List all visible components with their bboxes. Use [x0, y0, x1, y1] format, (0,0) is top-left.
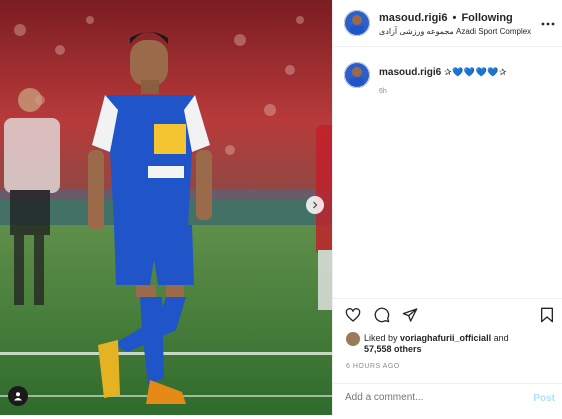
post-timestamp[interactable]: 6 HOURS AGO: [346, 363, 400, 370]
separator-dot: •: [452, 12, 457, 24]
bookmark-icon[interactable]: [539, 307, 555, 323]
likes-and: and: [493, 333, 509, 343]
post-side-panel: masoud.rigi6 • Following مجموعه ورزشی آز…: [332, 0, 562, 415]
author-username[interactable]: masoud.rigi6: [379, 12, 447, 24]
next-photo-button[interactable]: [306, 196, 324, 214]
post-photo[interactable]: [0, 0, 332, 415]
more-options-button[interactable]: [541, 13, 555, 29]
chevron-right-icon: [313, 201, 318, 209]
comment-icon[interactable]: [374, 307, 390, 323]
instagram-post: masoud.rigi6 • Following مجموعه ورزشی آز…: [0, 0, 562, 415]
likes-others-link[interactable]: 57,558 others: [364, 344, 422, 354]
heart-icon[interactable]: [345, 307, 361, 323]
post-comment-button[interactable]: Post: [533, 393, 555, 404]
post-location[interactable]: مجموعه ورزشی آزادی Azadi Sport Complex: [379, 27, 531, 36]
post-header: masoud.rigi6 • Following مجموعه ورزشی آز…: [333, 0, 562, 47]
share-icon[interactable]: [402, 307, 418, 323]
comment-box: Post: [333, 383, 562, 416]
more-horizontal-icon: [541, 22, 555, 26]
likes-summary: Liked by voriaghafurii_officiall and 57,…: [364, 333, 554, 355]
author-line: masoud.rigi6 • Following: [379, 12, 513, 24]
tagged-people-button[interactable]: [8, 386, 28, 406]
follow-status-button[interactable]: Following: [461, 12, 512, 24]
user-tag-icon: [14, 392, 22, 401]
post-actions: Liked by voriaghafurii_officiall and 57,…: [333, 298, 562, 419]
caption-time: 6h: [379, 88, 387, 95]
caption-text: ✰💙💙💙💙✰: [444, 67, 507, 77]
liker-username[interactable]: voriaghafurii_officiall: [400, 333, 491, 343]
author-avatar[interactable]: [344, 10, 370, 36]
caption-username[interactable]: masoud.rigi6: [379, 67, 441, 78]
liker-avatar[interactable]: [346, 332, 360, 346]
likes-prefix: Liked by: [364, 333, 398, 343]
caption-author-avatar[interactable]: [344, 62, 370, 88]
caption-line: masoud.rigi6 ✰💙💙💙💙✰: [379, 67, 507, 78]
football-player-photo: [0, 0, 332, 415]
comment-input[interactable]: [345, 392, 515, 403]
